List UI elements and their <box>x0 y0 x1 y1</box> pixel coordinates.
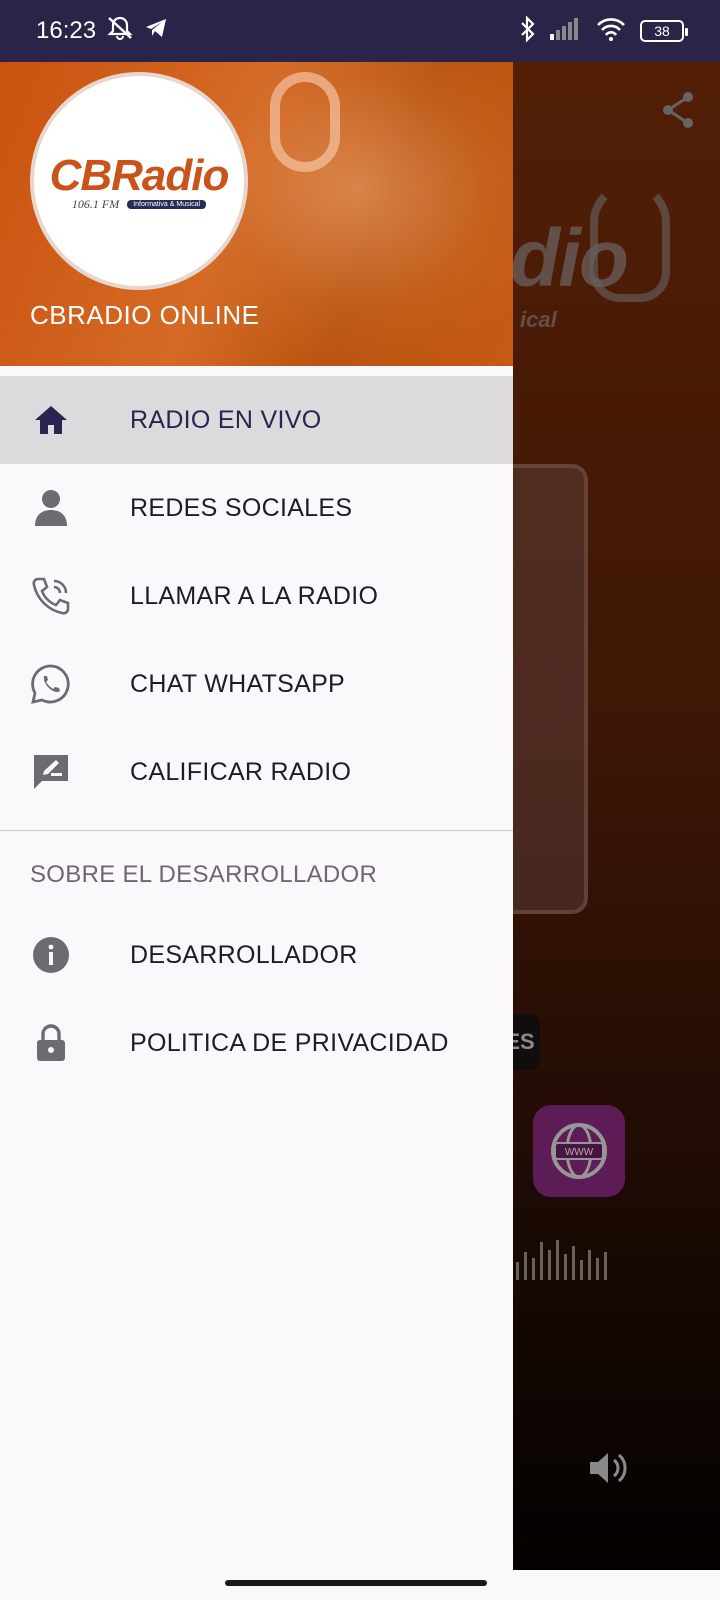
battery-icon: 38 <box>640 20 688 42</box>
status-time: 16:23 <box>36 17 97 44</box>
phone-call-icon <box>30 575 72 617</box>
rate-review-icon <box>30 751 72 793</box>
menu-item-politica-de-privacidad[interactable]: POLITICA DE PRIVACIDAD <box>0 999 513 1087</box>
logo-frequency: 106.1 FM <box>71 196 120 211</box>
menu-item-desarrollador[interactable]: DESARROLLADOR <box>0 911 513 999</box>
headphone-graphic <box>270 72 340 172</box>
menu-label: LLAMAR A LA RADIO <box>130 581 379 610</box>
drawer-title: CBRADIO ONLINE <box>30 300 260 330</box>
lock-icon <box>30 1022 72 1064</box>
gesture-handle[interactable] <box>225 1580 487 1586</box>
menu-label: CALIFICAR RADIO <box>130 757 352 786</box>
signal-icon <box>550 17 582 45</box>
wifi-icon <box>596 17 626 46</box>
menu-label: DESARROLLADOR <box>130 940 358 969</box>
home-icon <box>30 399 72 441</box>
menu-label: REDES SOCIALES <box>130 493 353 522</box>
logo-tagline: Informativa & Musical <box>127 199 207 209</box>
drawer-header: CBRadio 106.1 FM Informativa & Musical C… <box>0 62 513 366</box>
section-title-developer: SOBRE EL DESARROLLADOR <box>30 861 378 888</box>
telegram-icon <box>144 17 168 46</box>
menu-label: CHAT WHATSAPP <box>130 669 346 698</box>
navigation-drawer: CBRadio 106.1 FM Informativa & Musical C… <box>0 62 513 1570</box>
whatsapp-icon <box>30 663 72 705</box>
menu-item-radio-en-vivo[interactable]: RADIO EN VIVO <box>0 376 513 464</box>
menu-item-chat-whatsapp[interactable]: CHAT WHATSAPP <box>0 640 513 728</box>
menu-item-calificar-radio[interactable]: CALIFICAR RADIO <box>0 728 513 816</box>
status-bar: 16:23 38 <box>0 0 720 62</box>
bluetooth-icon <box>520 14 536 47</box>
drawer-menu: RADIO EN VIVO REDES SOCIALES LLAMAR A LA… <box>0 366 513 816</box>
person-icon <box>30 487 72 529</box>
menu-label: POLITICA DE PRIVACIDAD <box>130 1028 449 1057</box>
menu-item-redes-sociales[interactable]: REDES SOCIALES <box>0 464 513 552</box>
muted-bell-icon <box>106 15 134 48</box>
menu-item-llamar-a-la-radio[interactable]: LLAMAR A LA RADIO <box>0 552 513 640</box>
developer-menu: DESARROLLADOR POLITICA DE PRIVACIDAD <box>0 911 513 1087</box>
logo-text: CBRadio <box>49 150 230 200</box>
info-icon <box>30 934 72 976</box>
station-logo: CBRadio 106.1 FM Informativa & Musical <box>30 72 248 290</box>
menu-label: RADIO EN VIVO <box>130 405 322 434</box>
